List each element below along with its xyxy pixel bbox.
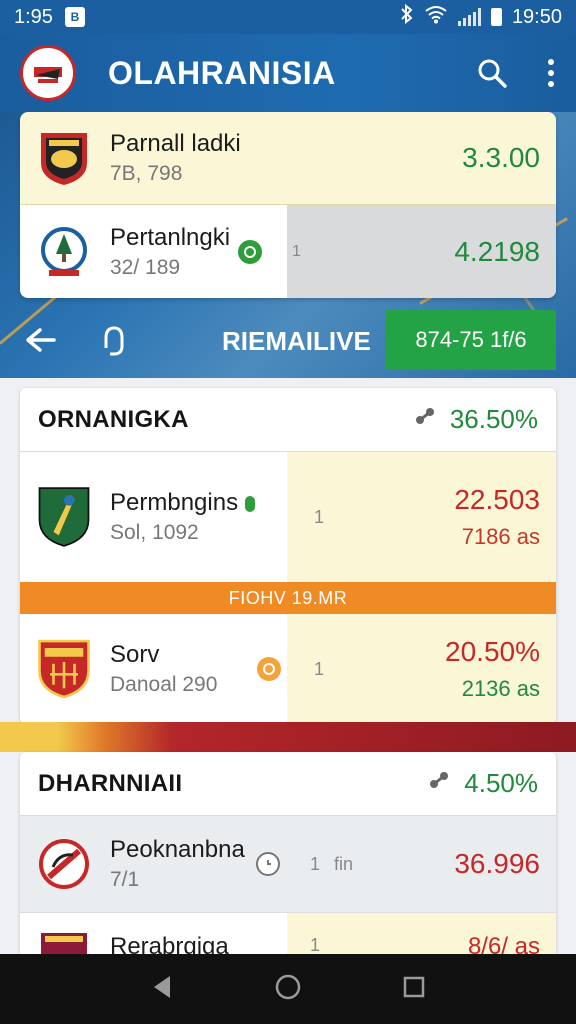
team-crest-icon [36, 222, 92, 282]
trend-icon [426, 768, 452, 799]
app-title: OLAHRANISIA [108, 54, 336, 91]
team-name: Pertanlngki [110, 223, 231, 251]
match-row[interactable]: Permbngins Sol, 1092 1 22.503 7186 as [20, 452, 556, 582]
more-options-icon[interactable] [546, 58, 556, 88]
section-title: DHARNNIAII [38, 769, 183, 797]
match-divider: 1 [314, 658, 325, 679]
status-time: 1:95 [14, 5, 53, 28]
back-arrow-icon[interactable] [24, 324, 60, 361]
team-name: Peoknanbna [110, 836, 245, 863]
section-header[interactable]: DHARNNIAII 4.50% [20, 752, 556, 816]
match-info: fin [334, 853, 354, 874]
match-odds: 7186 as [461, 524, 540, 549]
app-logo[interactable] [20, 45, 76, 101]
team-subtext: 7/1 [110, 868, 140, 891]
live-bar: RIEMAILIVE 874-75 1f/6 [0, 308, 576, 374]
wifi-icon [424, 4, 448, 30]
live-badge-icon [238, 239, 263, 264]
status-clock: 19:50 [511, 5, 562, 28]
status-bar: 1:95 B 19:50 [0, 0, 576, 34]
live-odds-button[interactable]: 874-75 1f/6 [386, 310, 556, 370]
section-title: ORNANIGKA [38, 405, 189, 433]
back-icon[interactable] [150, 974, 174, 1005]
team-subtext: Danoal 290 [110, 673, 218, 696]
featured-cards: Parnall ladki 7B, 798 3.3.00 Pertanlngki… [20, 112, 556, 298]
team-crest-icon [36, 128, 92, 188]
tap-icon[interactable] [96, 324, 128, 363]
league-section-2: DHARNNIAII 4.50% Peoknanbna 7/1 1 fin 36… [20, 752, 556, 954]
app-bar: OLAHRANISIA [0, 34, 576, 112]
team-crest-icon [36, 639, 92, 699]
team-crest-icon [36, 487, 92, 547]
match-divider: 1 [292, 242, 301, 260]
team-crest-icon [36, 834, 92, 894]
match-score: 20.50% [445, 636, 540, 667]
bluetooth-icon [400, 3, 414, 30]
live-dot-icon [244, 495, 255, 512]
match-score: 3.3.00 [462, 142, 540, 173]
match-row[interactable]: Peoknanbna 7/1 1 fin 36.996 [20, 816, 556, 912]
search-icon[interactable] [476, 57, 508, 89]
team-name: Sorv [110, 641, 160, 668]
section-percent: 36.50% [449, 404, 538, 434]
match-row[interactable]: Rerabrgiga 1 8/6/ as [20, 912, 556, 954]
promo-banner[interactable]: FIOHV 19.MR [20, 582, 556, 614]
signal-icon [457, 8, 481, 26]
match-score: 8/6/ as [467, 933, 540, 954]
team-name: Permbngins [110, 489, 255, 517]
match-divider: 1 [310, 853, 321, 874]
section-percent: 4.50% [464, 768, 538, 798]
system-nav-bar [0, 954, 576, 1024]
clock-icon [256, 852, 280, 876]
home-icon[interactable] [274, 973, 302, 1006]
match-divider: 1 [310, 935, 321, 954]
match-status-icon [257, 657, 282, 681]
team-subtext: 7B, 798 [110, 162, 183, 185]
match-score: 36.996 [454, 848, 540, 879]
league-section-1: ORNANIGKA 36.50% Permbngins Sol, 1092 1 … [20, 388, 556, 724]
featured-match-1[interactable]: Parnall ladki 7B, 798 3.3.00 [20, 112, 556, 205]
team-crest-icon [36, 933, 92, 954]
section-header[interactable]: ORNANIGKA 36.50% [20, 388, 556, 452]
match-divider: 1 [314, 506, 325, 527]
notification-icon: B [64, 7, 85, 27]
match-odds: 2136 as [461, 676, 540, 701]
match-row[interactable]: Sorv Danoal 290 1 20.50% 2136 as [20, 614, 556, 724]
featured-matches: Parnall ladki 7B, 798 3.3.00 Pertanlngki… [0, 112, 576, 378]
decorative-band [0, 722, 576, 752]
recents-icon[interactable] [402, 975, 426, 1004]
trend-icon [412, 404, 438, 435]
live-label[interactable]: RIEMAILIVE [222, 326, 371, 357]
team-subtext: Sol, 1092 [110, 521, 199, 544]
match-score: 22.503 [454, 484, 540, 515]
team-name: Parnall ladki [110, 130, 241, 157]
team-subtext: 32/ 189 [110, 255, 181, 279]
team-name: Rerabrgiga [110, 933, 229, 954]
featured-match-2[interactable]: Pertanlngki 32/ 189 1 4.2198 [20, 205, 556, 298]
battery-icon [490, 8, 502, 26]
match-score: 4.2198 [454, 235, 540, 267]
